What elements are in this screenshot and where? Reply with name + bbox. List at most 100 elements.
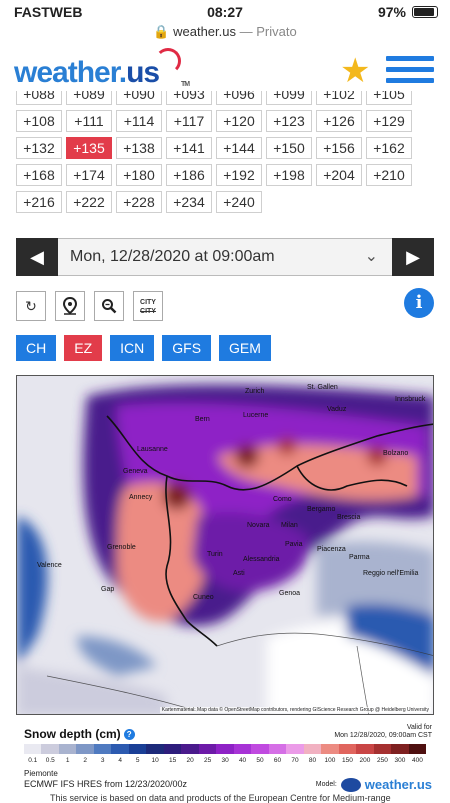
url-bar[interactable]: 🔒 weather.us — Privato [0,24,450,44]
forecast-hour-button[interactable]: +222 [66,191,112,213]
forecast-hour-button[interactable]: +162 [366,137,412,159]
forecast-hour-button[interactable]: +240 [216,191,262,213]
favorite-star-icon[interactable]: ★ [340,54,370,88]
forecast-hour-button[interactable]: +156 [316,137,362,159]
weather-us-logo[interactable]: weather.us TM [14,48,190,90]
city-label: Genoa [279,590,301,597]
map-pin-icon [62,296,78,315]
ecmwf-logo-icon [340,777,361,792]
forecast-hour-button[interactable]: +129 [366,110,412,132]
legend-swatch [303,744,322,754]
legend-swatch [233,744,252,754]
legend-swatch [146,744,164,754]
forecast-hour-button[interactable]: +111 [66,110,112,132]
forecast-hour-button[interactable]: +141 [166,137,212,159]
forecast-hour-button[interactable]: +192 [216,164,262,186]
url-domain: weather.us [173,24,236,39]
legend-swatch [373,744,392,754]
city-label: Lucerne [243,412,269,419]
battery-icon [412,6,438,18]
forecast-hour-button[interactable]: +216 [16,191,62,213]
hamburger-menu-icon[interactable] [386,56,434,88]
forecast-hour-button[interactable]: +168 [16,164,62,186]
forecast-hour-button[interactable]: +135 [66,137,112,159]
forecast-hour-button[interactable]: +093 [166,91,212,105]
refresh-icon: ↻ [25,298,37,314]
date-dropdown[interactable]: Mon, 12/28/2020 at 09:00am ⌄ [58,238,392,276]
legend-tick: 60 [273,757,282,764]
legend-swatch [198,744,217,754]
forecast-hour-button[interactable]: +105 [366,91,412,105]
selected-date: Mon, 12/28/2020 at 09:00am [70,248,275,265]
refresh-button[interactable]: ↻ [16,291,46,321]
legend-swatch [338,744,357,754]
zoom-button[interactable] [94,291,124,321]
legend-swatch [128,744,147,754]
forecast-hour-button[interactable]: +090 [116,91,162,105]
forecast-hour-button[interactable]: +234 [166,191,212,213]
city-label: Vaduz [327,406,347,413]
forecast-hour-button[interactable]: +123 [266,110,312,132]
model-credit: Model: weather.us [315,777,432,792]
city-label: Turin [207,551,223,558]
forecast-hour-button[interactable]: +114 [116,110,162,132]
forecast-hour-button[interactable]: +174 [66,164,112,186]
hour-row: +132 +135 +138 +141 +144 +150 +156 +162 [16,137,436,159]
model-button-ch[interactable]: CH [16,335,57,361]
forecast-hour-button[interactable]: +186 [166,164,212,186]
forecast-hour-button[interactable]: +198 [266,164,312,186]
forecast-hour-button[interactable]: +150 [266,137,312,159]
previous-time-button[interactable]: ◀ [16,238,58,276]
legend-swatch [24,744,42,754]
legend-swatch [93,744,112,754]
model-button-ez[interactable]: EZ [64,335,103,361]
info-icon[interactable]: i [404,288,434,318]
legend-swatch [181,744,199,754]
legend-tick: 300 [394,757,406,764]
help-icon[interactable]: ? [123,729,135,740]
legend-tick: 400 [411,757,423,764]
forecast-hour-button[interactable]: +210 [366,164,412,186]
next-time-button[interactable]: ▶ [392,238,434,276]
forecast-hour-button[interactable]: +204 [316,164,362,186]
legend-tick: 70 [291,757,299,764]
forecast-hour-button[interactable]: +180 [116,164,162,186]
legend-swatch [163,744,182,754]
forecast-hour-button[interactable]: +144 [216,137,262,159]
map-legend: Snow depth (cm)? Valid for Mon 12/28/202… [16,722,434,800]
forecast-hour-button[interactable]: +089 [66,91,112,105]
forecast-hour-button[interactable]: +102 [316,91,362,105]
forecast-hour-button[interactable]: +096 [216,91,262,105]
legend-tick: 1 [65,757,70,764]
legend-ticks: 0.1 0.5 1 2 3 4 5 10 15 20 25 30 40 50 60 70 80 100 150 200… [24,757,426,764]
forecast-hour-button[interactable]: +132 [16,137,62,159]
forecast-hour-button[interactable]: +228 [116,191,162,213]
hour-row: +108 +111 +114 +117 +120 +123 +126 +129 [16,110,436,132]
forecast-hour-button[interactable]: +099 [266,91,312,105]
forecast-hour-button[interactable]: +108 [16,110,62,132]
city-label: Geneva [123,468,148,475]
forecast-hour-button[interactable]: +088 [16,91,62,105]
legend-tick: 10 [151,757,159,764]
model-button-gfs[interactable]: GFS [162,335,212,361]
location-button[interactable] [55,291,85,321]
legend-swatch [286,744,304,754]
forecast-hour-button[interactable]: +138 [116,137,162,159]
city-label: Pavia [285,541,303,548]
site-header: weather.us TM ★ [0,44,450,94]
model-button-gem[interactable]: GEM [219,335,271,361]
snow-depth-map[interactable]: Zurich St. Gallen Bern Lucerne Vaduz Lausanne… [16,375,434,715]
map-image [17,376,433,714]
city-label: Valence [37,562,62,569]
forecast-hour-button[interactable]: +126 [316,110,362,132]
legend-swatch [111,744,129,754]
model-button-icn[interactable]: ICN [110,335,155,361]
legend-tick: 100 [324,757,336,764]
legend-tick: 200 [359,757,371,764]
zoom-icon [102,299,117,314]
forecast-hour-button[interactable]: +120 [216,110,262,132]
valid-for: Valid for Mon 12/28/2020, 09:00am CST [334,724,432,739]
forecast-hour-button[interactable]: +117 [166,110,212,132]
city-labels-toggle[interactable]: CITY CITY [133,291,163,321]
battery-percent: 97% [377,4,406,20]
